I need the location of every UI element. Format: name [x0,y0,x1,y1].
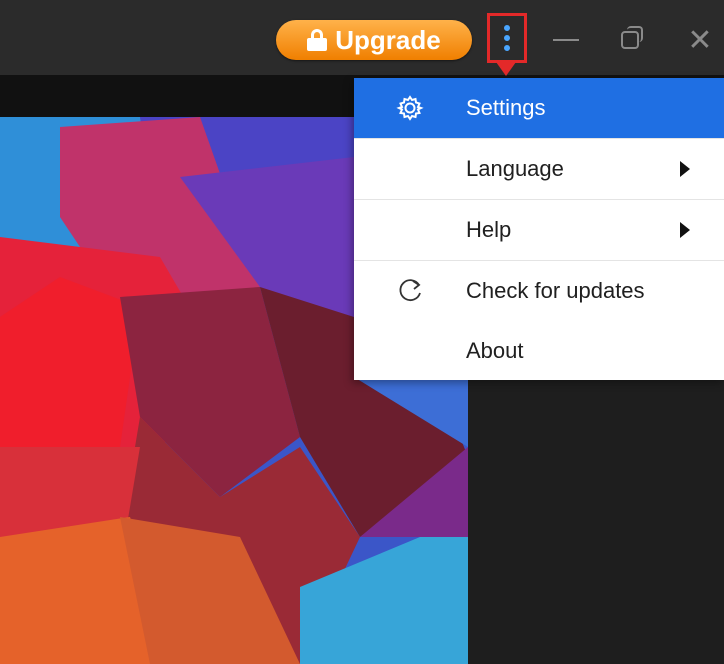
menu-item-label: About [466,338,524,363]
menu-item-label: Settings [466,95,546,120]
restore-icon [621,26,643,49]
minimize-icon [553,39,579,41]
close-button[interactable]: ✕ [682,22,718,58]
upgrade-label: Upgrade [335,24,441,55]
restore-button[interactable] [612,22,648,58]
gear-icon [394,92,426,124]
minimize-button[interactable] [548,22,584,58]
menu-item-settings[interactable]: Settings [354,78,724,138]
dot [504,25,510,31]
close-icon: ✕ [687,23,713,57]
menu-item-help[interactable]: Help [354,200,724,260]
submenu-arrow-icon [680,222,690,238]
menu-item-language[interactable]: Language [354,139,724,199]
menu-item-label: Language [466,156,564,181]
dot [504,45,510,51]
highlight-pointer [496,62,516,76]
menu-item-about[interactable]: About [354,321,724,381]
refresh-icon [394,275,426,307]
upgrade-button[interactable]: Upgrade [276,20,472,60]
submenu-arrow-icon [680,161,690,177]
menu-item-check-updates[interactable]: Check for updates [354,261,724,321]
dot [504,35,510,41]
menu-item-label: Check for updates [466,278,645,303]
options-menu: Settings Language Help Check for updates… [354,78,724,380]
lock-icon [307,29,328,51]
more-options-button[interactable] [487,13,527,63]
menu-item-label: Help [466,217,512,242]
